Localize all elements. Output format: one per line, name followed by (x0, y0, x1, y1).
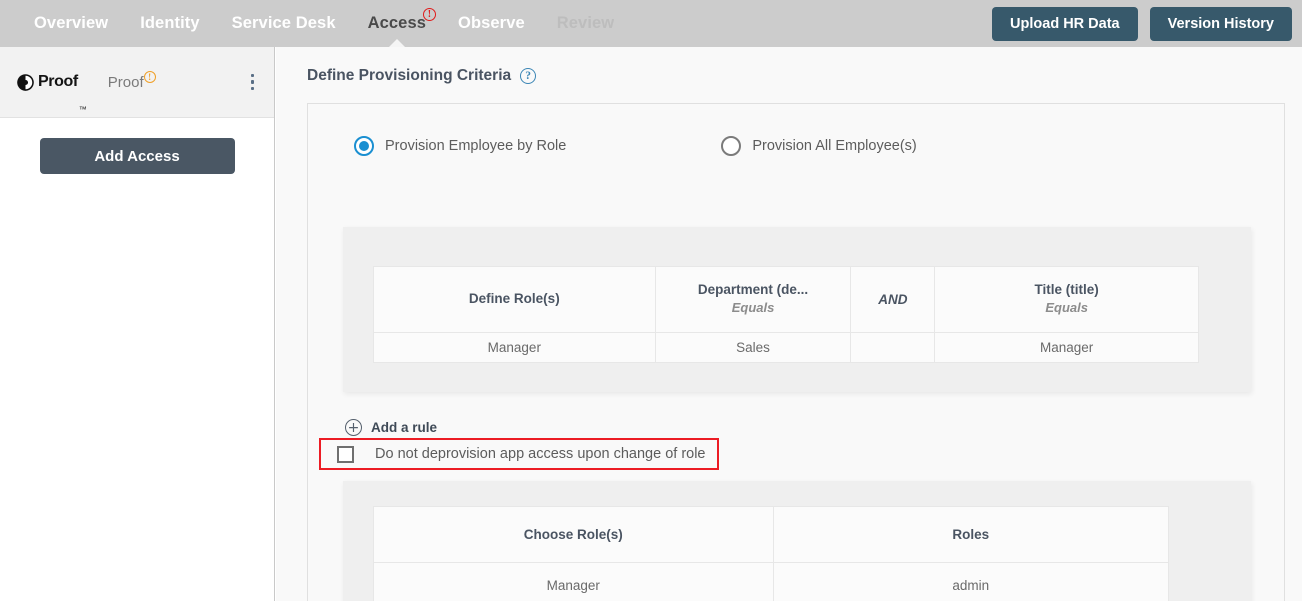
roles-col-choose-roles: Choose Role(s) (373, 506, 774, 563)
page-title: Define Provisioning Criteria (307, 67, 512, 84)
nav-tab-label: Identity (140, 14, 200, 32)
proof-logo-icon (17, 73, 34, 91)
nav-tab-overview[interactable]: Overview (18, 0, 124, 47)
nav-tab-list: Overview Identity Service Desk Access ! … (0, 0, 630, 48)
roles-col-roles: Roles (772, 506, 1169, 563)
sidebar-app-name-label: Proof (107, 73, 144, 91)
radio-mark-icon (721, 136, 742, 156)
rule-table-body: Manager Sales Manager (373, 332, 1199, 363)
dot (250, 80, 254, 84)
nav-actions: Upload HR Data Version History (992, 6, 1302, 41)
nav-tab-identity[interactable]: Identity (124, 0, 215, 47)
roles-table-head: Choose Role(s) Roles (373, 506, 1169, 563)
provisioning-criteria-card: Provision Employee by Role Provision All… (307, 103, 1285, 601)
add-a-rule-label: Add a rule (371, 420, 438, 435)
top-navigation-bar: Overview Identity Service Desk Access ! … (0, 0, 1302, 48)
nav-tab-observe[interactable]: Observe (442, 0, 541, 47)
cell-department[interactable]: Sales (654, 332, 852, 363)
add-access-button[interactable]: Add Access (39, 138, 235, 174)
roles-table-header-row: Choose Role(s) Roles (373, 506, 1169, 563)
plus-circle-outline-icon: + (345, 419, 362, 436)
nav-tab-service-desk[interactable]: Service Desk (216, 0, 352, 47)
nav-tab-label: Review (556, 14, 615, 32)
radio-label: Provision All Employee(s) (752, 138, 917, 154)
column-header-operator: Equals (731, 300, 775, 316)
sidebar: Proof ™ Proof ! Add Access (0, 47, 275, 601)
upload-hr-data-button[interactable]: Upload HR Data (992, 6, 1138, 41)
rule-table: Define Role(s) Department (de... Equals … (373, 266, 1199, 363)
radio-mark-icon (354, 136, 374, 156)
nav-tab-review[interactable]: Review (541, 0, 630, 47)
cell-and (850, 332, 936, 363)
nav-tab-label: Overview (34, 14, 109, 32)
nav-tab-label: Access (367, 14, 427, 32)
rule-col-title: Title (title) Equals (934, 266, 1199, 333)
trademark-mark: ™ (78, 105, 87, 114)
help-circle-icon[interactable]: ? (520, 68, 537, 84)
sidebar-header: Proof ™ Proof ! (0, 47, 274, 118)
cell-role[interactable]: admin (772, 562, 1169, 601)
radio-provision-by-role[interactable]: Provision Employee by Role (354, 136, 566, 156)
cell-title[interactable]: Manager (934, 332, 1199, 363)
warning-exclamation-icon: ! (143, 70, 156, 83)
main-content: Define Provisioning Criteria ? Provision… (276, 47, 1302, 601)
alert-exclamation-icon: ! (423, 8, 437, 21)
roles-table-body: Manager admin (373, 562, 1169, 601)
kebab-menu-icon[interactable] (247, 70, 259, 95)
table-row[interactable]: Manager admin (373, 562, 1169, 601)
roles-block: Choose Role(s) Roles Manager admin (343, 481, 1251, 601)
nav-tab-label: Service Desk (231, 14, 336, 32)
deprovision-checkbox[interactable] (337, 445, 354, 463)
provision-mode-radio-group: Provision Employee by Role Provision All… (308, 104, 1284, 156)
version-history-button[interactable]: Version History (1149, 6, 1292, 41)
rule-table-header-row: Define Role(s) Department (de... Equals … (373, 266, 1199, 333)
rule-col-define-roles: Define Role(s) (373, 266, 656, 333)
column-header-label: Department (de... (697, 281, 809, 297)
rule-col-department: Department (de... Equals (654, 266, 852, 333)
nav-tab-label: Observe (458, 14, 525, 32)
radio-label: Provision Employee by Role (385, 138, 567, 154)
page-title-row: Define Provisioning Criteria ? (276, 47, 1302, 85)
column-header-label: Title (title) (1034, 281, 1099, 297)
column-header-conjunction: AND (878, 291, 908, 307)
proof-logo-text: Proof (38, 73, 78, 90)
deprovision-option-row[interactable]: Do not deprovision app access upon chang… (319, 438, 719, 470)
radio-provision-all-employees[interactable]: Provision All Employee(s) (721, 136, 917, 156)
nav-tab-access[interactable]: Access ! (352, 0, 442, 48)
add-a-rule-button[interactable]: + Add a rule (345, 419, 437, 436)
dot (250, 73, 254, 78)
dot (250, 86, 254, 91)
table-row[interactable]: Manager Sales Manager (373, 332, 1199, 363)
rule-table-head: Define Role(s) Department (de... Equals … (373, 266, 1199, 333)
rule-block: Define Role(s) Department (de... Equals … (343, 227, 1251, 392)
cell-define-role[interactable]: Manager (373, 332, 656, 363)
rule-col-and: AND (850, 266, 936, 333)
column-header-label: Define Role(s) (468, 291, 560, 307)
deprovision-label: Do not deprovision app access upon chang… (375, 446, 706, 462)
column-header-operator: Equals (1045, 300, 1088, 316)
sidebar-app-name: Proof ! (107, 70, 156, 91)
roles-table: Choose Role(s) Roles Manager admin (373, 506, 1169, 601)
cell-choose-role[interactable]: Manager (373, 562, 774, 601)
